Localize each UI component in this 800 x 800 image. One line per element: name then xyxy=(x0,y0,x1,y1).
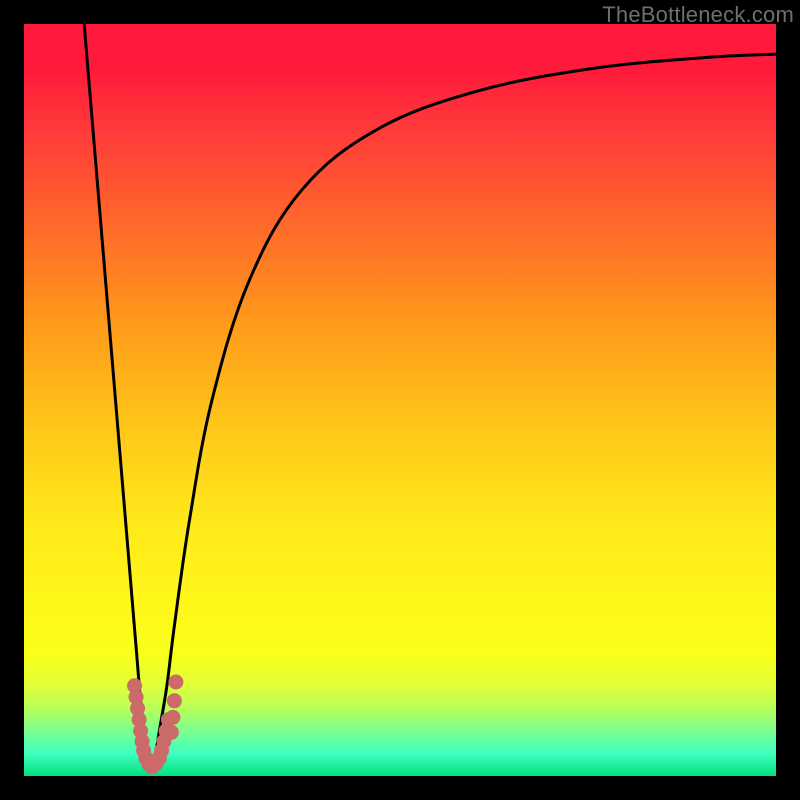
chart-frame: TheBottleneck.com xyxy=(0,0,800,800)
chart-svg xyxy=(24,24,776,776)
curve-right-curve xyxy=(152,54,776,768)
marker-dot xyxy=(168,675,183,690)
marker-dot xyxy=(165,710,180,725)
plot-area xyxy=(24,24,776,776)
curve-left-descent xyxy=(84,24,152,768)
marker-dot xyxy=(167,693,182,708)
watermark-text: TheBottleneck.com xyxy=(602,2,794,28)
marker-dot xyxy=(164,725,179,740)
